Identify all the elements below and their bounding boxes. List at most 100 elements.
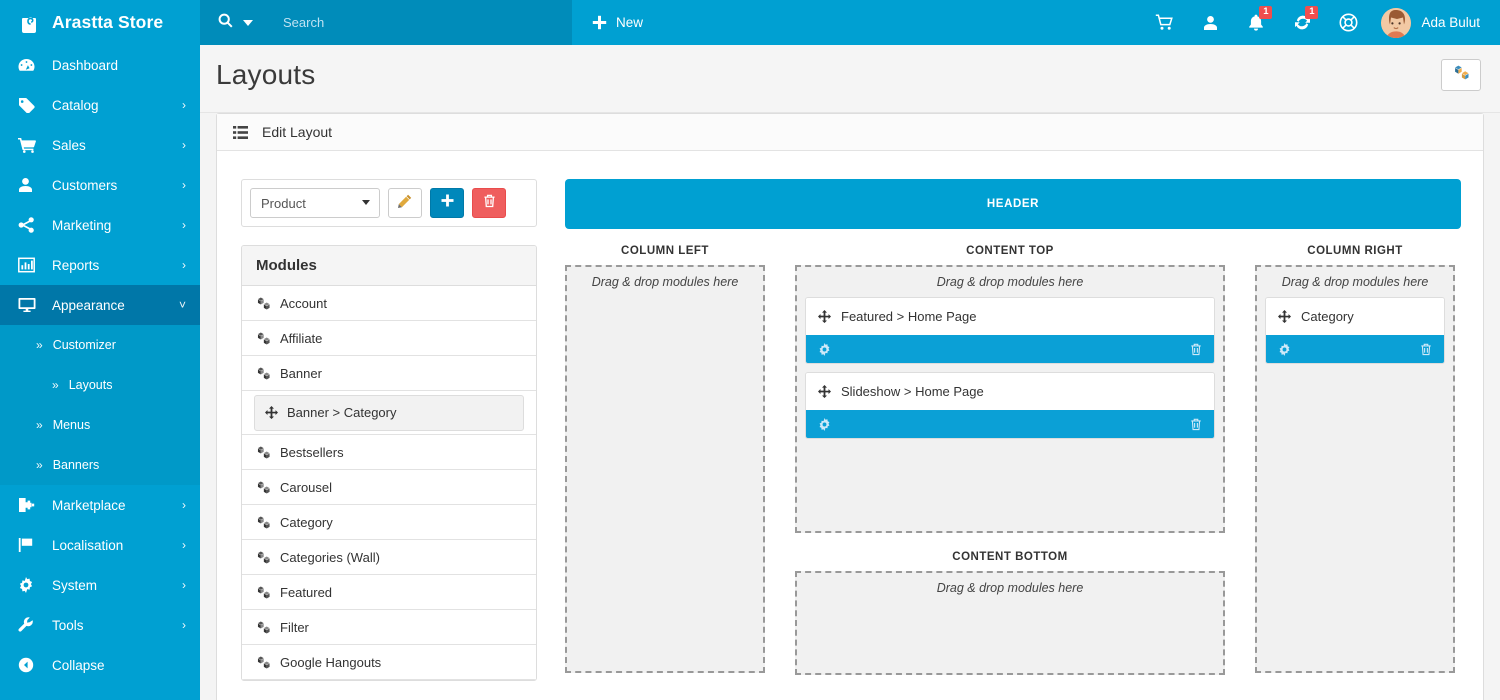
sidebar-item-label: Customers [52, 177, 118, 193]
chevron-right-icon: › [182, 138, 186, 152]
chevron-right-icon: › [182, 178, 186, 192]
module-list-item[interactable]: Category [242, 505, 536, 540]
layout-module-title: Slideshow > Home Page [841, 384, 984, 399]
gear-icon[interactable] [818, 417, 831, 431]
sidebar-item-dashboard[interactable]: Dashboard [0, 45, 200, 85]
sidebar-item-system[interactable]: System › [0, 565, 200, 605]
dropzone-hint: Drag & drop modules here [936, 275, 1084, 289]
sidebar-item-banners[interactable]: » Banners [0, 445, 200, 485]
zone-content-top: CONTENT TOP Drag & drop modules here Fea… [795, 245, 1225, 533]
sidebar-item-marketing[interactable]: Marketing › [0, 205, 200, 245]
sidebar-item-marketplace[interactable]: Marketplace › [0, 485, 200, 525]
top-bar-actions: 1 1 Ada Bulut [1141, 0, 1500, 45]
add-layout-button[interactable] [430, 188, 464, 218]
layout-module-card: Slideshow > Home Page [805, 372, 1215, 439]
trash-icon[interactable] [1190, 418, 1202, 431]
trash-icon[interactable] [1190, 343, 1202, 356]
sidebar-item-menus[interactable]: » Menus [0, 405, 200, 445]
module-list-item[interactable]: Banner [242, 356, 536, 391]
sidebar-item-sales[interactable]: Sales › [0, 125, 200, 165]
module-list-item[interactable]: Account [242, 286, 536, 321]
layout-module-handle[interactable]: Featured > Home Page [806, 298, 1214, 335]
sidebar-item-label: Catalog [52, 97, 99, 113]
flag-icon [18, 537, 42, 553]
sidebar-item-customizer[interactable]: » Customizer [0, 325, 200, 365]
sidebar-item-label: Appearance [52, 297, 125, 313]
gear-icon[interactable] [1278, 342, 1291, 356]
sidebar-item-localisation[interactable]: Localisation › [0, 525, 200, 565]
double-chevron-icon: » [52, 378, 59, 392]
chevron-down-icon: ˅ [178, 298, 186, 312]
module-list-item[interactable]: Bestsellers [242, 435, 536, 470]
sidebar-item-label: Layouts [68, 378, 113, 392]
sidebar-item-label: Marketplace [52, 497, 126, 513]
trash-icon[interactable] [1420, 343, 1432, 356]
double-chevron-icon: » [36, 338, 43, 352]
bell-icon[interactable]: 1 [1233, 0, 1279, 45]
layout-select-wrap: Product [250, 188, 380, 218]
sidebar-item-catalog[interactable]: Catalog › [0, 85, 200, 125]
dropzone-column-right[interactable]: Drag & drop modules here Category [1255, 265, 1455, 673]
user-icon[interactable] [1187, 0, 1233, 45]
username-label[interactable]: Ada Bulut [1421, 15, 1480, 30]
module-list-item[interactable]: Categories (Wall) [242, 540, 536, 575]
dashboard-icon [18, 57, 42, 73]
cubes-icon [256, 332, 271, 345]
cart-icon[interactable] [1141, 0, 1187, 45]
search-icon-group[interactable] [200, 13, 253, 33]
sidebar-item-label: Menus [52, 418, 91, 432]
layout-module-handle[interactable]: Slideshow > Home Page [806, 373, 1214, 410]
sidebar-item-label: System [52, 577, 98, 593]
chevron-right-icon: › [182, 578, 186, 592]
sidebar-item-reports[interactable]: Reports › [0, 245, 200, 285]
sidebar-item-label: Tools [52, 617, 84, 633]
sidebar-item-collapse[interactable]: Collapse [0, 645, 200, 685]
module-list-item[interactable]: Affiliate [242, 321, 536, 356]
module-label: Bestsellers [280, 444, 344, 460]
layout-module-handle[interactable]: Category [1266, 298, 1444, 335]
plug-icon [18, 497, 42, 513]
module-label: Filter [280, 619, 309, 635]
sidebar-item-label: Localisation [52, 537, 124, 553]
sidebar-item-layouts[interactable]: » Layouts [0, 365, 200, 405]
trash-icon [483, 194, 496, 213]
layout-select[interactable]: Product [250, 188, 380, 218]
search-area [200, 0, 572, 45]
module-list-item[interactable]: Filter [242, 610, 536, 645]
dropzone-column-left[interactable]: Drag & drop modules here [565, 265, 765, 673]
dropzone-content-bottom[interactable]: Drag & drop modules here [795, 571, 1225, 675]
sidebar-item-customers[interactable]: Customers › [0, 165, 200, 205]
gear-icon[interactable] [818, 342, 831, 356]
search-input[interactable] [283, 0, 513, 45]
module-list-item[interactable]: Featured [242, 575, 536, 610]
sidebar-item-label: Reports [52, 257, 100, 273]
panel-header: Edit Layout [217, 114, 1483, 151]
sidebar-item-tools[interactable]: Tools › [0, 605, 200, 645]
module-label: Featured [280, 584, 333, 600]
list-icon [233, 125, 248, 139]
dragging-module-item[interactable]: Banner > Category [254, 394, 524, 431]
sidebar-item-label: Collapse [52, 657, 105, 673]
zone-content-bottom: CONTENT BOTTOM Drag & drop modules here [795, 551, 1225, 675]
modules-toggle-button[interactable] [1441, 59, 1481, 91]
wrench-icon [18, 617, 42, 633]
delete-layout-button[interactable] [472, 188, 506, 218]
modules-picker-column: Product Modules Account Affiliate Banner… [241, 179, 537, 681]
avatar[interactable] [1381, 7, 1412, 38]
module-list-item[interactable]: Google Hangouts [242, 645, 536, 680]
brand-logo-link[interactable]: Arastta Store [0, 0, 200, 45]
cart-icon [18, 137, 42, 153]
sidebar-item-appearance[interactable]: Appearance ˅ [0, 285, 200, 325]
panel-body: Product Modules Account Affiliate Banner… [217, 151, 1483, 700]
cubes-icon [256, 481, 271, 494]
zone-label: COLUMN LEFT [621, 245, 709, 257]
layout-zone-header[interactable]: HEADER [565, 179, 1461, 229]
collapse-icon [18, 657, 42, 673]
edit-layout-button[interactable] [388, 188, 422, 218]
move-icon [818, 310, 831, 323]
dropzone-content-top[interactable]: Drag & drop modules here Featured > Home… [795, 265, 1225, 533]
new-button[interactable]: New [572, 0, 665, 45]
lifebuoy-icon[interactable] [1325, 0, 1371, 45]
module-list-item[interactable]: Carousel [242, 470, 536, 505]
sync-icon[interactable]: 1 [1279, 0, 1325, 45]
